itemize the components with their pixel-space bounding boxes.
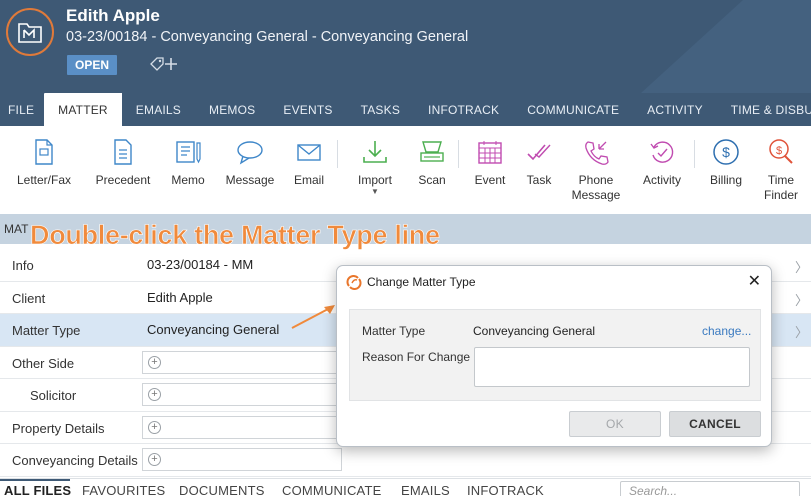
close-icon[interactable]: ✕	[748, 271, 761, 291]
tab-tasks[interactable]: TASKS	[347, 93, 414, 126]
precedent-button[interactable]: Precedent	[92, 134, 154, 188]
billing-button[interactable]: $ Billing	[704, 134, 748, 188]
reason-for-change-label: Reason For Change	[362, 350, 471, 364]
header-decoration	[641, 0, 811, 93]
tag-plus-icon	[150, 57, 177, 71]
add-solicitor-field[interactable]: +	[142, 383, 342, 406]
ribbon-separator	[694, 140, 695, 168]
scan-button[interactable]: Scan	[412, 134, 452, 188]
svg-text:$: $	[776, 145, 782, 157]
calendar-icon	[478, 141, 502, 164]
task-button[interactable]: Task	[520, 134, 558, 188]
scanner-icon	[420, 141, 444, 162]
matter-description: 03-23/00184 - Conveyancing General - Con…	[66, 29, 469, 45]
row-label: Property Details	[12, 420, 105, 436]
letter-fax-button[interactable]: Letter/Fax	[12, 134, 76, 188]
task-check-icon	[527, 144, 551, 161]
memo-icon	[176, 141, 201, 164]
ribbon-separator	[337, 140, 338, 168]
conveyancing-details-row[interactable]: Conveyancing Details +	[0, 444, 811, 477]
row-label: Matter Type	[12, 323, 81, 338]
svg-text:$: $	[722, 144, 730, 160]
matter-folder-icon	[6, 8, 54, 56]
download-icon	[363, 141, 387, 163]
tutorial-instruction: Double-click the Matter Type line	[30, 220, 441, 251]
document-tabs: ALL FILES FAVOURITES DOCUMENTS COMMUNICA…	[0, 478, 811, 496]
dialog-title: Change Matter Type	[367, 275, 476, 289]
tab-infotrack-docs[interactable]: INFOTRACK	[467, 483, 544, 496]
letter-icon	[35, 139, 53, 165]
import-button[interactable]: Import ▼	[350, 134, 400, 196]
chevron-right-icon: 〉	[794, 292, 808, 308]
tab-matter[interactable]: MATTER	[44, 93, 122, 126]
tab-activity[interactable]: ACTIVITY	[633, 93, 717, 126]
active-tab-indicator	[0, 479, 70, 481]
ribbon-toolbar: Letter/Fax Precedent Memo Message Email …	[0, 126, 811, 214]
tab-favourites[interactable]: FAVOURITES	[82, 483, 165, 496]
tab-file[interactable]: FILE	[0, 93, 44, 126]
app-logo-icon	[346, 275, 362, 290]
chevron-right-icon: 〉	[794, 325, 808, 340]
row-value: Conveyancing General	[147, 322, 280, 337]
tab-communicate[interactable]: COMMUNICATE	[513, 93, 633, 126]
change-matter-type-link[interactable]: change...	[702, 324, 751, 338]
tab-events[interactable]: EVENTS	[269, 93, 346, 126]
section-title: MAT	[4, 222, 29, 236]
tab-memos[interactable]: MEMOS	[195, 93, 269, 126]
tab-documents[interactable]: DOCUMENTS	[179, 483, 265, 496]
tab-emails-docs[interactable]: EMAILS	[401, 483, 450, 496]
tab-time-disbursements[interactable]: TIME & DISBURSEMENTS	[717, 93, 811, 126]
precedent-icon	[114, 139, 132, 165]
status-badge[interactable]: OPEN	[67, 55, 117, 75]
money-search-icon: $	[769, 139, 793, 164]
tab-communicate-docs[interactable]: COMMUNICATE	[282, 483, 381, 496]
dollar-circle-icon: $	[713, 139, 739, 165]
search-input[interactable]	[620, 481, 800, 496]
event-button[interactable]: Event	[468, 134, 512, 188]
row-label: Info	[12, 258, 34, 273]
message-button[interactable]: Message	[222, 134, 278, 188]
add-conveyancing-details-field[interactable]: +	[142, 448, 342, 471]
row-label: Conveyancing Details	[12, 453, 138, 468]
reason-for-change-field[interactable]	[474, 347, 750, 387]
main-tabs: FILE MATTER EMAILS MEMOS EVENTS TASKS IN…	[0, 93, 811, 126]
add-tag-button[interactable]	[148, 55, 180, 73]
phone-message-button[interactable]: Phone Message	[568, 134, 624, 203]
change-matter-type-dialog: Change Matter Type ✕ Matter Type Conveya…	[336, 265, 772, 447]
row-label: Other Side	[12, 355, 75, 371]
row-value: 03-23/00184 - MM	[147, 257, 254, 272]
add-circle-icon: +	[148, 453, 161, 466]
tab-emails[interactable]: EMAILS	[122, 93, 195, 126]
add-circle-icon: +	[148, 420, 161, 434]
add-other-side-field[interactable]: +	[142, 350, 342, 374]
add-property-details-field[interactable]: +	[142, 415, 342, 439]
cancel-button[interactable]: CANCEL	[669, 411, 761, 437]
activity-history-icon	[650, 141, 674, 163]
add-circle-icon: +	[148, 355, 161, 369]
tutorial-arrow-icon	[291, 305, 335, 329]
add-circle-icon: +	[148, 388, 161, 401]
memo-button[interactable]: Memo	[164, 134, 212, 188]
matter-type-value: Conveyancing General	[473, 324, 596, 338]
message-bubble-icon	[237, 141, 263, 165]
matter-type-label: Matter Type	[362, 324, 426, 338]
chevron-right-icon: 〉	[794, 260, 808, 275]
email-button[interactable]: Email	[286, 134, 332, 188]
row-value: Edith Apple	[147, 289, 213, 305]
client-name: Edith Apple	[66, 6, 160, 25]
envelope-icon	[297, 144, 321, 161]
tab-infotrack[interactable]: INFOTRACK	[414, 93, 513, 126]
chevron-down-icon: ▼	[371, 187, 379, 196]
time-finder-button[interactable]: $ Time Finder	[758, 134, 804, 203]
row-label: Client	[12, 290, 46, 306]
matter-header: Edith Apple 03-23/00184 - Conveyancing G…	[0, 0, 811, 93]
ribbon-separator	[458, 140, 459, 168]
dialog-form: Matter Type Conveyancing General change.…	[349, 309, 761, 401]
activity-button[interactable]: Activity	[636, 134, 688, 188]
ok-button[interactable]: OK	[569, 411, 661, 437]
row-label: Solicitor	[30, 388, 77, 403]
phone-icon	[585, 141, 609, 165]
tab-all-files[interactable]: ALL FILES	[4, 483, 71, 496]
